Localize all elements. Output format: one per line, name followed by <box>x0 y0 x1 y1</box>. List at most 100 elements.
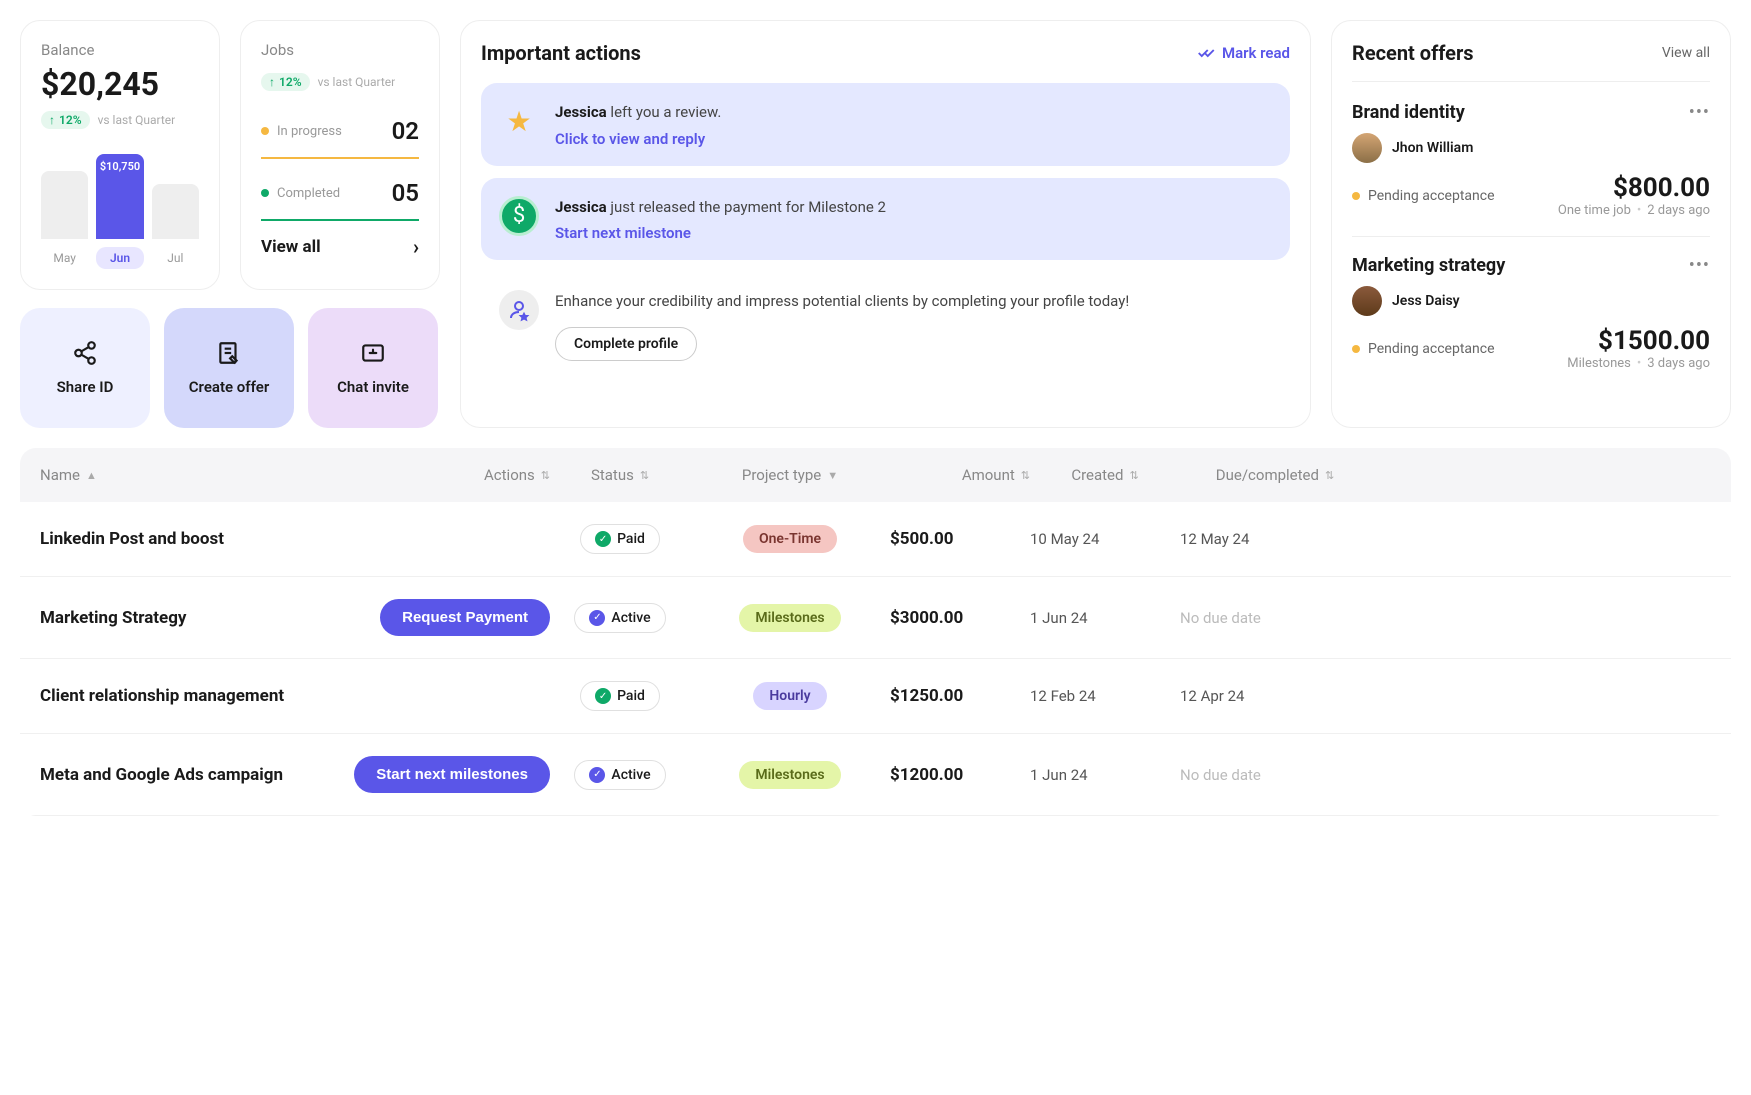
table-row[interactable]: Client relationship management✓PaidHourl… <box>20 659 1731 734</box>
offer-item[interactable]: Marketing strategy Jess Daisy ••• Pendin… <box>1352 255 1710 389</box>
month-jul[interactable]: Jul <box>152 247 199 269</box>
check-icon: ✓ <box>589 610 605 626</box>
col-actions[interactable]: Actions⇅ <box>350 466 550 484</box>
balance-label: Balance <box>41 41 199 59</box>
next-milestone-link[interactable]: Start next milestone <box>555 224 1272 242</box>
table-row[interactable]: Meta and Google Ads campaignStart next m… <box>20 734 1731 816</box>
check-all-icon <box>1198 47 1216 59</box>
row-amount: $500.00 <box>890 529 1030 549</box>
check-icon: ✓ <box>595 688 611 704</box>
chat-icon <box>360 340 386 366</box>
row-status: ✓Active <box>550 603 690 633</box>
profile-star-icon <box>499 290 539 330</box>
complete-profile-button[interactable]: Complete profile <box>555 327 697 361</box>
row-action-button[interactable]: Start next milestones <box>354 756 550 793</box>
offers-view-all[interactable]: View all <box>1662 45 1710 61</box>
dot-icon <box>1352 192 1360 200</box>
row-status: ✓Paid <box>550 681 690 711</box>
offer-item[interactable]: Brand identity Jhon William ••• Pending … <box>1352 102 1710 237</box>
row-action-button[interactable]: Request Payment <box>380 599 550 636</box>
col-type[interactable]: Project type▼ <box>690 466 890 484</box>
recent-offers-card: Recent offers View all Brand identity Jh… <box>1331 20 1731 428</box>
col-name[interactable]: Name▲ <box>40 466 350 484</box>
projects-table: Name▲ Actions⇅ Status⇅ Project type▼ Amo… <box>20 448 1731 816</box>
arrow-up-icon: ↑ <box>49 113 55 127</box>
actions-title: Important actions <box>481 41 641 65</box>
balance-amount: $20,245 <box>41 65 199 103</box>
col-status[interactable]: Status⇅ <box>550 466 690 484</box>
sort-icon: ⇅ <box>1129 469 1138 482</box>
sort-icon: ⇅ <box>1021 469 1030 482</box>
jobs-in-progress: In progress 02 <box>261 111 419 159</box>
row-due: 12 May 24 <box>1180 530 1370 548</box>
row-due: 12 Apr 24 <box>1180 687 1370 705</box>
col-created[interactable]: Created⇅ <box>1030 466 1180 484</box>
share-icon <box>72 340 98 366</box>
avatar <box>1352 286 1382 316</box>
dot-icon <box>261 189 269 197</box>
balance-trend: ↑12% vs last Quarter <box>41 111 199 129</box>
action-review[interactable]: ★ Jessica left you a review. Click to vi… <box>481 83 1290 166</box>
bar-jun: $10,750 <box>96 154 143 239</box>
table-header: Name▲ Actions⇅ Status⇅ Project type▼ Amo… <box>20 448 1731 502</box>
row-type: Milestones <box>690 604 890 632</box>
sort-icon: ⇅ <box>1325 469 1334 482</box>
offers-title: Recent offers <box>1352 41 1474 65</box>
jobs-label: Jobs <box>261 41 419 59</box>
sort-asc-icon: ▲ <box>86 469 97 482</box>
dot-icon <box>261 127 269 135</box>
more-icon[interactable]: ••• <box>1689 255 1710 276</box>
jobs-trend: ↑12% vs last Quarter <box>261 73 419 91</box>
sort-desc-icon: ▼ <box>827 469 838 482</box>
check-icon: ✓ <box>595 531 611 547</box>
row-name: Linkedin Post and boost <box>40 529 350 549</box>
table-row[interactable]: Linkedin Post and boost✓PaidOne-Time$500… <box>20 502 1731 577</box>
row-type: One-Time <box>690 525 890 553</box>
dot-icon <box>1352 345 1360 353</box>
jobs-card: Jobs ↑12% vs last Quarter In progress 02… <box>240 20 440 290</box>
star-icon: ★ <box>499 101 539 141</box>
month-row: May Jun Jul <box>41 247 199 269</box>
jobs-view-all[interactable]: View all › <box>261 235 419 259</box>
row-created: 10 May 24 <box>1030 530 1180 548</box>
row-actions: Start next milestones <box>350 756 550 793</box>
row-type: Milestones <box>690 761 890 789</box>
balance-card: Balance $20,245 ↑12% vs last Quarter $10… <box>20 20 220 290</box>
row-amount: $1250.00 <box>890 686 1030 706</box>
bar-jul <box>152 184 199 239</box>
col-amount[interactable]: Amount⇅ <box>890 466 1030 484</box>
chevron-right-icon: › <box>413 235 419 259</box>
table-row[interactable]: Marketing Strategy Request Payment✓Active… <box>20 577 1731 659</box>
row-created: 12 Feb 24 <box>1030 687 1180 705</box>
review-reply-link[interactable]: Click to view and reply <box>555 130 1272 148</box>
row-created: 1 Jun 24 <box>1030 609 1180 627</box>
mark-read-button[interactable]: Mark read <box>1198 44 1290 62</box>
month-jun[interactable]: Jun <box>96 247 143 269</box>
row-due: No due date <box>1180 609 1370 627</box>
dollar-icon: $ <box>499 196 539 236</box>
row-name: Marketing Strategy <box>40 608 350 628</box>
row-status: ✓Active <box>550 760 690 790</box>
jobs-completed: Completed 05 <box>261 173 419 221</box>
check-icon: ✓ <box>589 767 605 783</box>
row-name: Meta and Google Ads campaign <box>40 765 350 785</box>
action-payment[interactable]: $ Jessica just released the payment for … <box>481 178 1290 261</box>
row-type: Hourly <box>690 682 890 710</box>
row-due: No due date <box>1180 766 1370 784</box>
bar-may <box>41 171 88 239</box>
quick-actions: Share ID Create offer Chat invite <box>20 308 440 428</box>
more-icon[interactable]: ••• <box>1689 102 1710 123</box>
row-amount: $3000.00 <box>890 608 1030 628</box>
share-id-button[interactable]: Share ID <box>20 308 150 428</box>
chat-invite-button[interactable]: Chat invite <box>308 308 438 428</box>
row-amount: $1200.00 <box>890 765 1030 785</box>
create-offer-button[interactable]: Create offer <box>164 308 294 428</box>
sort-icon: ⇅ <box>640 469 649 482</box>
document-edit-icon <box>216 340 242 366</box>
col-due[interactable]: Due/completed⇅ <box>1180 466 1370 484</box>
arrow-up-icon: ↑ <box>269 75 275 89</box>
avatar <box>1352 133 1382 163</box>
important-actions-card: Important actions Mark read ★ Jessica le… <box>460 20 1311 428</box>
month-may[interactable]: May <box>41 247 88 269</box>
row-created: 1 Jun 24 <box>1030 766 1180 784</box>
